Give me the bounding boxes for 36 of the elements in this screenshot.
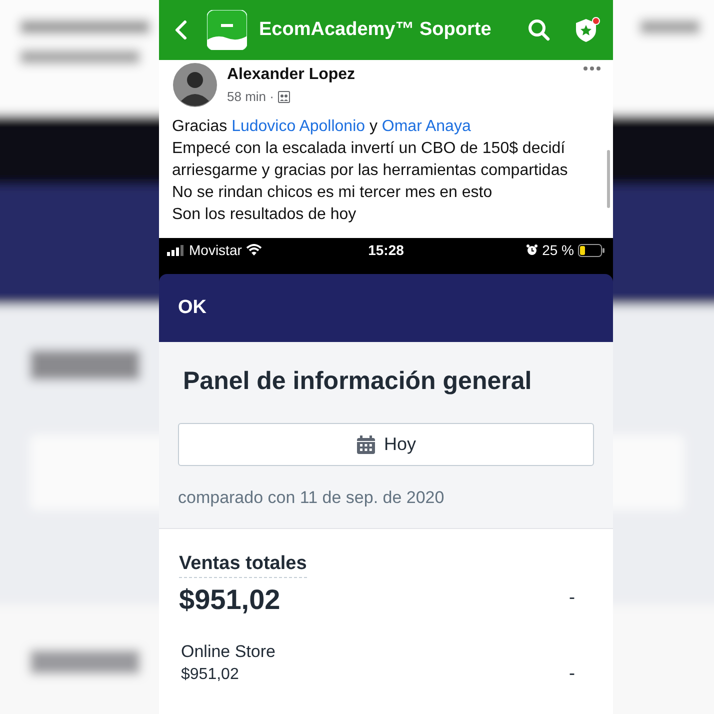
clock-time: 15:28 bbox=[368, 242, 404, 258]
name-link[interactable]: Ludovico Apollonio bbox=[232, 118, 366, 135]
group-title: EcomAcademy™ Soporte bbox=[259, 19, 492, 41]
date-button[interactable]: Hoy bbox=[178, 423, 594, 466]
shield-star-button[interactable] bbox=[573, 16, 601, 44]
post-text: Son los resultados de hoy bbox=[172, 205, 358, 225]
change-value: - bbox=[569, 662, 575, 684]
group-icon bbox=[278, 90, 290, 102]
comparison-text: comparado con 11 de sep. de 2020 bbox=[178, 488, 446, 508]
scrollbar bbox=[607, 150, 610, 208]
search-button[interactable] bbox=[527, 18, 551, 42]
channel-value: $951,02 bbox=[181, 666, 239, 684]
name-link[interactable]: Omar Anaya bbox=[382, 118, 471, 135]
wifi-icon bbox=[246, 244, 262, 256]
back-button[interactable] bbox=[173, 19, 189, 41]
panel-title: Panel de información general bbox=[183, 366, 533, 396]
alarm-icon bbox=[526, 244, 538, 256]
post-text: Empecé con la escalada invertí un CBO de 150$ decidí bbox=[172, 139, 566, 159]
author-name[interactable]: Alexander Lopez bbox=[227, 66, 356, 84]
post-text: Gracias Ludovico Apollonio y Omar Anaya bbox=[172, 117, 472, 137]
battery-icon bbox=[578, 244, 605, 256]
header-title: OK bbox=[178, 297, 206, 319]
calendar-icon bbox=[356, 434, 376, 454]
group-logo-icon bbox=[207, 10, 247, 50]
post-text: arriesgarme y gracias por las herramientas compartidas bbox=[172, 161, 569, 181]
post-time: 58 min · bbox=[227, 89, 274, 104]
signal-icon bbox=[167, 244, 185, 256]
more-icon[interactable] bbox=[583, 66, 601, 71]
metric-label[interactable]: Ventas totales bbox=[179, 553, 307, 578]
avatar[interactable] bbox=[173, 63, 217, 107]
metric-value: $951,02 bbox=[179, 584, 280, 616]
post-text: No se rindan chicos es mi tercer mes en esto bbox=[172, 183, 494, 203]
channel-name: Online Store bbox=[181, 642, 276, 662]
change-value: - bbox=[569, 586, 575, 608]
carrier-name: Movistar bbox=[189, 242, 242, 258]
battery-percent: 25 % bbox=[542, 242, 574, 258]
